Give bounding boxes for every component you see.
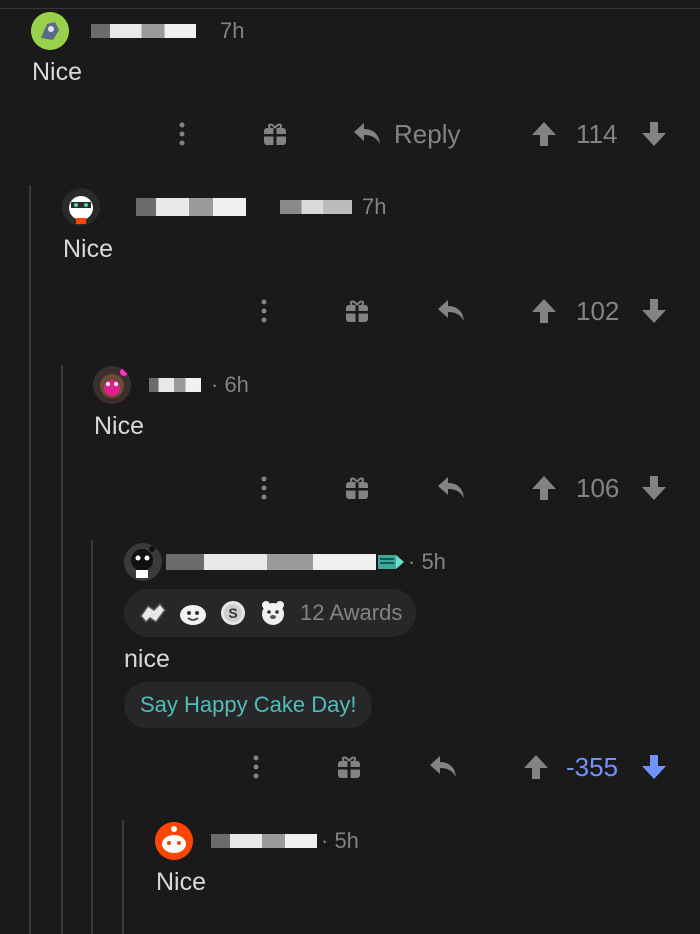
- svg-text:S: S: [228, 605, 237, 621]
- upvote-arrow-icon[interactable]: [530, 468, 558, 508]
- timestamp: 7h: [362, 194, 387, 219]
- downvote-arrow-icon[interactable]: [640, 114, 668, 154]
- timestamp: 7h: [220, 18, 245, 43]
- handshake-award-icon: [138, 598, 168, 628]
- bear-award-icon: [258, 598, 288, 628]
- avatar[interactable]: [31, 12, 69, 50]
- vote-score: 102: [576, 296, 620, 326]
- comment-actions: 102: [0, 291, 700, 331]
- more-options-icon[interactable]: [252, 468, 276, 508]
- reply-icon[interactable]: [436, 468, 466, 508]
- gift-award-icon[interactable]: [262, 114, 288, 154]
- comment-header: · 6h: [93, 366, 249, 404]
- avatar[interactable]: [62, 188, 100, 226]
- more-options-icon[interactable]: [244, 747, 268, 787]
- timestamp: · 5h: [321, 828, 359, 853]
- username-redacted[interactable]: [149, 378, 201, 392]
- user-flair-redacted[interactable]: [280, 200, 352, 214]
- downvote-arrow-icon[interactable]: [640, 747, 668, 787]
- timestamp: · 6h: [211, 372, 249, 397]
- comment-header: 7h: [62, 188, 386, 226]
- reply-button[interactable]: Reply: [352, 114, 472, 154]
- comment-body: Nice: [94, 412, 145, 440]
- awards-count: 12 Awards: [300, 600, 403, 625]
- awards-pill[interactable]: S 12 Awards: [124, 589, 417, 637]
- wholesome-award-icon: [178, 598, 208, 628]
- comment-actions: 106: [0, 468, 700, 508]
- thread-line-3[interactable]: [91, 540, 93, 934]
- comment-actions: -355: [0, 747, 700, 787]
- comment-actions: Reply 114: [0, 114, 700, 154]
- username-redacted[interactable]: [91, 24, 196, 38]
- gift-award-icon[interactable]: [336, 747, 362, 787]
- reply-icon[interactable]: [428, 747, 458, 787]
- vote-score: -355: [566, 752, 619, 782]
- gift-award-icon[interactable]: [344, 468, 370, 508]
- downvote-arrow-icon[interactable]: [640, 468, 668, 508]
- avatar[interactable]: [155, 822, 193, 860]
- comment-header: · 5h: [124, 543, 446, 581]
- user-flair-icon: [378, 552, 404, 572]
- comment-header: 7h: [31, 12, 244, 50]
- cake-day-button[interactable]: Say Happy Cake Day!: [124, 682, 373, 728]
- silver-award-icon: S: [218, 598, 248, 628]
- vote-score: 106: [576, 473, 620, 503]
- upvote-arrow-icon[interactable]: [530, 291, 558, 331]
- top-divider: [0, 8, 700, 9]
- avatar[interactable]: [124, 543, 162, 581]
- avatar[interactable]: [93, 366, 131, 404]
- upvote-arrow-icon[interactable]: [530, 114, 558, 154]
- downvote-arrow-icon[interactable]: [640, 291, 668, 331]
- more-options-icon[interactable]: [252, 291, 276, 331]
- upvote-arrow-icon[interactable]: [522, 747, 550, 787]
- comment-body: Nice: [63, 235, 114, 263]
- username-redacted[interactable]: [211, 834, 317, 848]
- gift-award-icon[interactable]: [344, 291, 370, 331]
- vote-score: 114: [576, 119, 618, 149]
- comment-body: nice: [124, 645, 170, 673]
- reply-icon[interactable]: [436, 291, 466, 331]
- username-redacted[interactable]: [136, 198, 246, 216]
- username-redacted[interactable]: [166, 554, 376, 570]
- comment-body: Nice: [32, 58, 83, 86]
- timestamp: · 5h: [408, 549, 446, 574]
- thread-line-2[interactable]: [61, 365, 63, 934]
- more-options-icon[interactable]: [170, 114, 194, 154]
- comment-body: Nice: [156, 868, 207, 896]
- comment-header: · 5h: [155, 822, 359, 860]
- thread-line-4[interactable]: [122, 820, 124, 934]
